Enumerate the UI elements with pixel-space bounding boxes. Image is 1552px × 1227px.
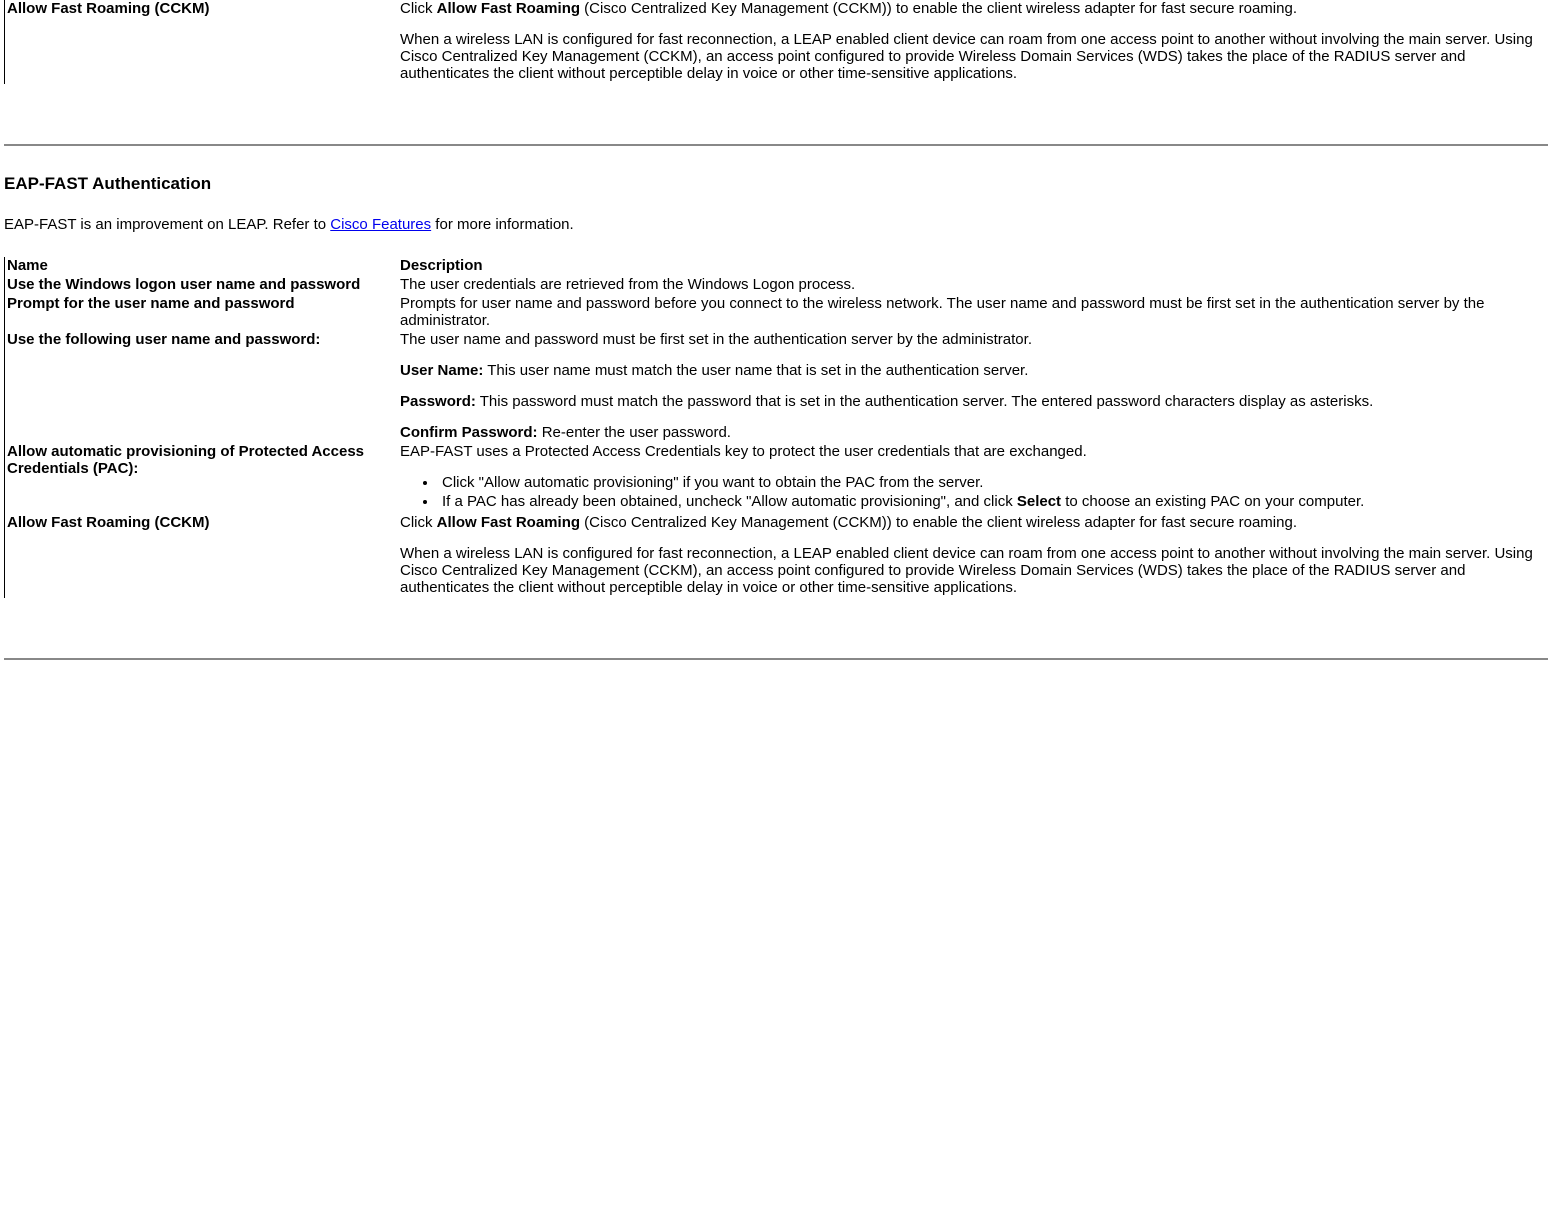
desc-paragraph: Click Allow Fast Roaming (Cisco Centrali…	[400, 0, 1544, 17]
desc-paragraph: When a wireless LAN is configured for fa…	[400, 31, 1544, 82]
row-desc-cell: Click Allow Fast Roaming (Cisco Centrali…	[396, 0, 1548, 84]
row-name-cell: Use the following user name and password…	[5, 331, 397, 443]
header-desc-cell: Description	[396, 257, 1548, 276]
table-row: Prompt for the user name and password Pr…	[5, 295, 1548, 331]
desc-paragraph: Click Allow Fast Roaming (Cisco Centrali…	[400, 514, 1544, 531]
desc-paragraph: Password: This password must match the p…	[400, 393, 1543, 410]
row-desc-cell: The user name and password must be first…	[396, 331, 1548, 443]
desc-paragraph: User Name: This user name must match the…	[400, 362, 1543, 379]
header-name-cell: Name	[5, 257, 397, 276]
table-row: Use the Windows logon user name and pass…	[5, 276, 1548, 295]
row-name-cell: Prompt for the user name and password	[5, 295, 397, 331]
desc-paragraph: When a wireless LAN is configured for fa…	[400, 545, 1544, 596]
desc-paragraph: EAP-FAST uses a Protected Access Credent…	[400, 443, 1543, 460]
section-divider	[4, 144, 1548, 146]
section-divider	[4, 658, 1548, 660]
table-row: Allow automatic provisioning of Protecte…	[5, 443, 1548, 514]
row-desc-cell: The user credentials are retrieved from …	[396, 276, 1548, 295]
row-name-cell: Allow Fast Roaming (CCKM)	[5, 0, 397, 84]
row-desc-cell: EAP-FAST uses a Protected Access Credent…	[396, 443, 1548, 514]
desc-paragraph: Confirm Password: Re-enter the user pass…	[400, 424, 1543, 441]
row-name-cell: Allow Fast Roaming (CCKM)	[5, 514, 397, 598]
desc-list: Click "Allow automatic provisioning" if …	[400, 474, 1543, 510]
row-name-cell: Allow automatic provisioning of Protecte…	[5, 443, 397, 514]
top-table: Allow Fast Roaming (CCKM) Click Allow Fa…	[4, 0, 1548, 84]
table-header-row: Name Description	[5, 257, 1548, 276]
row-desc-cell: Prompts for user name and password befor…	[396, 295, 1548, 331]
section-heading: EAP-FAST Authentication	[4, 174, 1548, 194]
list-item: Click "Allow automatic provisioning" if …	[438, 474, 1543, 491]
intro-paragraph: EAP-FAST is an improvement on LEAP. Refe…	[4, 216, 1548, 233]
desc-paragraph: The user name and password must be first…	[400, 331, 1543, 348]
table-row: Use the following user name and password…	[5, 331, 1548, 443]
table-row: Allow Fast Roaming (CCKM) Click Allow Fa…	[5, 514, 1548, 598]
row-desc-cell: Click Allow Fast Roaming (Cisco Centrali…	[396, 514, 1548, 598]
eap-fast-table: Name Description Use the Windows logon u…	[4, 257, 1548, 598]
list-item: If a PAC has already been obtained, unch…	[438, 493, 1543, 510]
row-name-cell: Use the Windows logon user name and pass…	[5, 276, 397, 295]
table-row: Allow Fast Roaming (CCKM) Click Allow Fa…	[5, 0, 1549, 84]
cisco-features-link[interactable]: Cisco Features	[330, 216, 431, 233]
